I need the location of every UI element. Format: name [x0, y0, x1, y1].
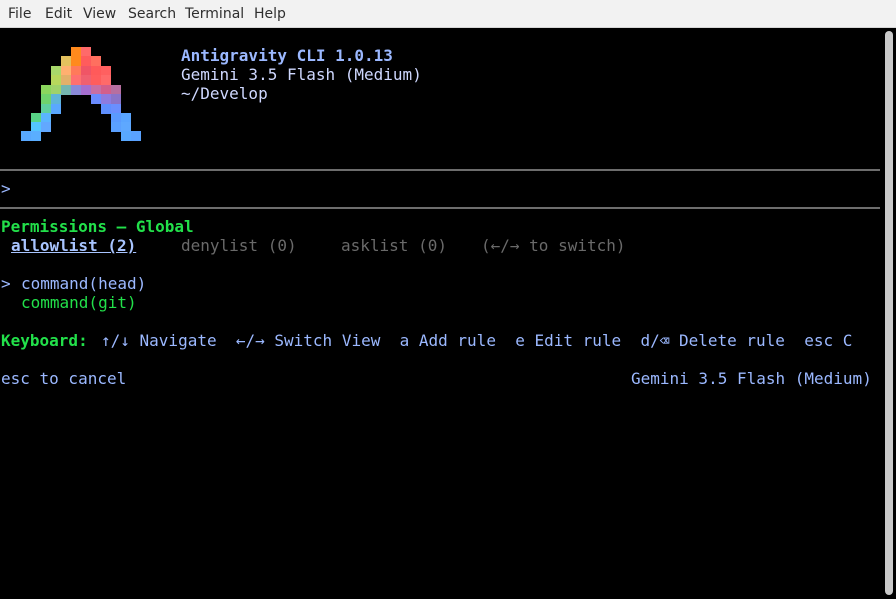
- selection-cursor: >: [1, 274, 11, 293]
- cancel-hint: esc to cancel: [1, 369, 127, 388]
- permissions-title: Permissions – Global: [1, 217, 194, 236]
- keyboard-label: Keyboard:: [1, 331, 88, 350]
- rule-item-selected[interactable]: command(head): [21, 274, 146, 293]
- tab-denylist[interactable]: denylist (0): [181, 236, 297, 255]
- tab-asklist[interactable]: asklist (0): [341, 236, 447, 255]
- tab-switch-hint: (←/→ to switch): [481, 236, 626, 255]
- divider-bottom: [0, 207, 880, 209]
- prompt-symbol[interactable]: >: [1, 179, 11, 198]
- model-name: Gemini 3.5 Flash (Medium): [181, 65, 422, 84]
- divider-top: [0, 169, 880, 171]
- menu-view[interactable]: View: [83, 5, 116, 23]
- menu-help[interactable]: Help: [254, 5, 286, 23]
- menu-edit[interactable]: Edit: [45, 5, 72, 23]
- menu-file[interactable]: File: [8, 5, 31, 23]
- app-title: Antigravity CLI 1.0.13: [181, 46, 393, 65]
- footer-model: Gemini 3.5 Flash (Medium): [631, 369, 872, 388]
- menu-search[interactable]: Search: [128, 5, 176, 23]
- scrollbar-thumb[interactable]: [885, 31, 893, 595]
- menu-terminal[interactable]: Terminal: [185, 5, 244, 23]
- working-directory: ~/Develop: [181, 84, 268, 103]
- terminal-area[interactable]: [0, 28, 882, 599]
- rule-item[interactable]: command(git): [21, 293, 137, 312]
- tab-allowlist[interactable]: allowlist (2): [11, 236, 136, 255]
- menu-bar: File Edit View Search Terminal Help: [0, 0, 896, 28]
- keyboard-hints: ↑/↓ Navigate ←/→ Switch View a Add rule …: [101, 331, 853, 350]
